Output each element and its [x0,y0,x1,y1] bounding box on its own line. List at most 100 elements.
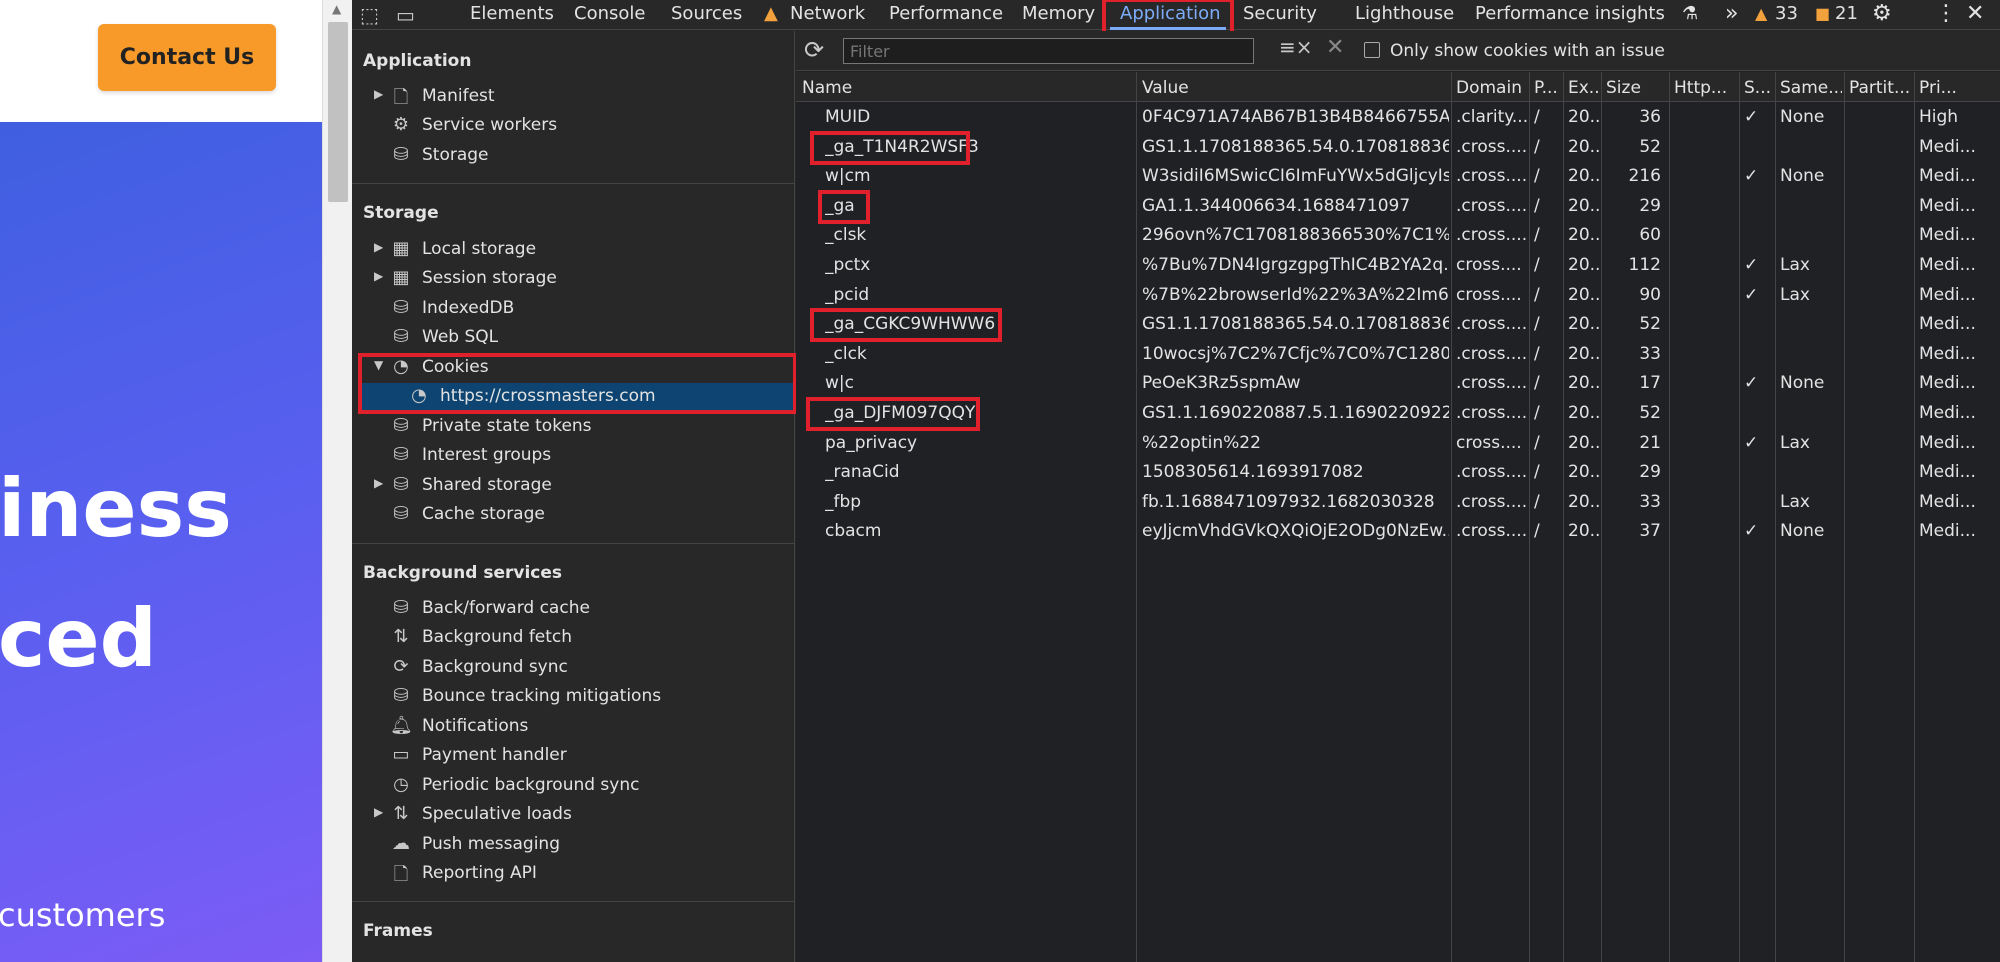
credit-card-icon: ▭ [392,744,410,765]
sidebar-item-service-workers[interactable]: ⚙ Service workers [352,112,795,140]
column-divider[interactable] [1529,72,1530,962]
cell-expires: 20... [1568,314,1599,335]
column-header-expires[interactable]: Ex... [1568,78,1599,98]
table-row[interactable]: _ranaCid 1508305614.1693917082 .cross.... /… [796,458,2000,488]
table-row[interactable]: _fbp fb.1.1688471097932.1682030328 .cross.… [796,488,2000,518]
tab-lighthouse[interactable]: Lighthouse [1355,0,1454,30]
column-header-value[interactable]: Value [1142,78,1449,98]
page-scrollbar[interactable]: ▲ [322,0,352,962]
column-divider[interactable] [1775,72,1776,962]
tab-memory[interactable]: Memory [1022,0,1095,30]
issues-count[interactable]: 21 [1835,0,1858,30]
tab-performance-insights[interactable]: Performance insights [1475,0,1665,30]
column-header-name[interactable]: Name [802,78,1132,98]
tab-elements[interactable]: Elements [470,0,554,30]
table-row[interactable]: _ga_T1N4R2WSF3 GS1.1.1708188365.54.0.1708… [796,130,2000,165]
table-row[interactable]: _ga_DJFM097QQY GS1.1.1690220887.5.1.16902… [796,397,2000,431]
warnings-count[interactable]: 33 [1775,0,1798,30]
column-divider[interactable] [1451,72,1452,962]
delete-selected-icon[interactable]: ✕ [1326,35,1344,60]
table-row[interactable]: w|c PeOeK3Rz5spmAw .cross.... / 20... 17 ✓ None… [796,369,2000,399]
sidebar-item-interest-groups[interactable]: ⛁ Interest groups [352,442,795,470]
expand-arrow-icon[interactable]: ▶ [374,805,383,819]
sidebar-item-web-sql[interactable]: ⛁ Web SQL [352,324,795,352]
more-tabs-icon[interactable]: » [1725,0,1738,30]
sidebar-item-shared-storage[interactable]: ▶ ⛁ Shared storage [352,472,795,500]
sidebar-item-private-state-tokens[interactable]: ⛁ Private state tokens [352,413,795,441]
sidebar-item-back-forward-cache[interactable]: ⛁ Back/forward cache [352,595,795,623]
expand-arrow-icon[interactable]: ▶ [374,240,383,254]
column-header-secure[interactable]: S... [1744,78,1773,98]
table-row[interactable]: _pctx %7Bu%7DN4IgrgzgpgThIC4B2YA2q... cros… [796,251,2000,281]
column-divider[interactable] [1601,72,1602,962]
column-header-size[interactable]: Size [1606,78,1667,98]
sidebar-item-session-storage[interactable]: ▶ ▦ Session storage [352,265,795,293]
filter-input[interactable] [843,38,1254,64]
cell-path: / [1534,166,1540,187]
column-header-path[interactable]: P... [1534,78,1561,98]
column-header-partition[interactable]: Partit... [1849,78,1912,98]
warnings-icon[interactable]: ▲ [1755,0,1767,30]
column-divider[interactable] [1844,72,1845,962]
sidebar-item-push-messaging[interactable]: ☁ Push messaging [352,831,795,859]
tab-security[interactable]: Security [1243,0,1317,30]
device-toolbar-icon[interactable]: ▭ [396,3,415,27]
cell-size: 17 [1639,373,1661,394]
column-divider[interactable] [1914,72,1915,962]
cell-priority: Medi... [1919,521,1976,542]
sidebar-item-bounce-tracking[interactable]: ⛁ Bounce tracking mitigations [352,683,795,711]
sidebar-item-storage[interactable]: ⛁ Storage [352,142,795,170]
scroll-up-arrow-icon[interactable]: ▲ [332,2,341,16]
refresh-icon[interactable]: ⟳ [804,36,824,64]
sidebar-item-indexeddb[interactable]: ⛁ IndexedDB [352,295,795,323]
only-issues-checkbox[interactable] [1364,42,1380,58]
table-row[interactable]: _ga GA1.1.344006634.1688471097 .cross.... /… [796,189,2000,224]
sidebar-item-label: IndexedDB [422,298,515,318]
table-row[interactable]: cbacm eyJjcmVhdGVkQXQiOjE2ODg0NzEw... .cro… [796,517,2000,547]
clear-all-cookies-icon[interactable]: ≡× [1279,35,1313,59]
expand-arrow-icon[interactable]: ▶ [374,87,383,101]
scrollbar-thumb[interactable] [328,22,348,202]
column-header-priority[interactable]: Pri... [1919,78,1998,98]
cell-size: 37 [1639,521,1661,542]
sidebar-item-notifications[interactable]: 🔔︎ Notifications [352,713,795,741]
table-row[interactable]: _pcid %7B%22browserId%22%3A%22Im6a... cros… [796,281,2000,311]
sidebar-item-payment-handler[interactable]: ▭ Payment handler [352,742,795,770]
sidebar-item-local-storage[interactable]: ▶ ▦ Local storage [352,236,795,264]
settings-gear-icon[interactable]: ⚙ [1872,0,1892,30]
cell-priority: Medi... [1919,314,1976,335]
sidebar-item-background-fetch[interactable]: ⇅ Background fetch [352,624,795,652]
sidebar-item-cache-storage[interactable]: ⛁ Cache storage [352,501,795,529]
table-row[interactable]: _ga_CGKC9WHWW6 GS1.1.1708188365.54.0.1708… [796,308,2000,343]
table-row[interactable]: _clsk 296ovn%7C1708188366530%7C1%7... .cro… [796,221,2000,251]
table-row[interactable]: _clck 10wocsj%7C2%7Cfjc%7C0%7C1280 .cross.… [796,340,2000,370]
column-header-same[interactable]: Same... [1780,78,1842,98]
cell-domain: .cross.... [1456,225,1527,246]
sidebar-item-speculative-loads[interactable]: ▶ ⇅ Speculative loads [352,801,795,829]
table-row[interactable]: w|cm W3sidiI6MSwicCI6ImFuYWx5dGljcyIs....… [796,162,2000,192]
table-row[interactable]: pa_privacy %22optin%22 cross.... / 20... 21 ✓ L… [796,429,2000,459]
sidebar-item-reporting-api[interactable]: 🗋 Reporting API [352,860,795,888]
tab-console[interactable]: Console [574,0,645,30]
sidebar-item-manifest[interactable]: ▶ 🗋 Manifest [352,83,795,111]
column-divider[interactable] [1563,72,1564,962]
tab-sources[interactable]: Sources [671,0,742,30]
section-title-background-services: Background services [363,563,563,583]
column-divider[interactable] [1739,72,1740,962]
tab-performance[interactable]: Performance [889,0,1003,30]
inspect-element-icon[interactable]: ⬚ [360,3,379,27]
column-header-domain[interactable]: Domain [1456,78,1527,98]
close-devtools-icon[interactable]: ✕ [1966,0,1984,30]
expand-arrow-icon[interactable]: ▶ [374,269,383,283]
sidebar-item-background-sync[interactable]: ⟳ Background sync [352,654,795,682]
sidebar-item-periodic-background-sync[interactable]: ◷ Periodic background sync [352,772,795,800]
column-divider[interactable] [1136,72,1137,962]
column-header-http[interactable]: Http... [1674,78,1737,98]
table-row[interactable]: MUID 0F4C971A74AB67B13B4B8466755A6... .cla… [796,103,2000,133]
issues-icon[interactable]: ■ [1815,0,1830,30]
column-divider[interactable] [1669,72,1670,962]
kebab-menu-icon[interactable]: ⋮ [1935,0,1957,30]
tab-network[interactable]: Network [790,0,865,30]
contact-us-button[interactable]: Contact Us [98,24,276,91]
expand-arrow-icon[interactable]: ▶ [374,476,383,490]
